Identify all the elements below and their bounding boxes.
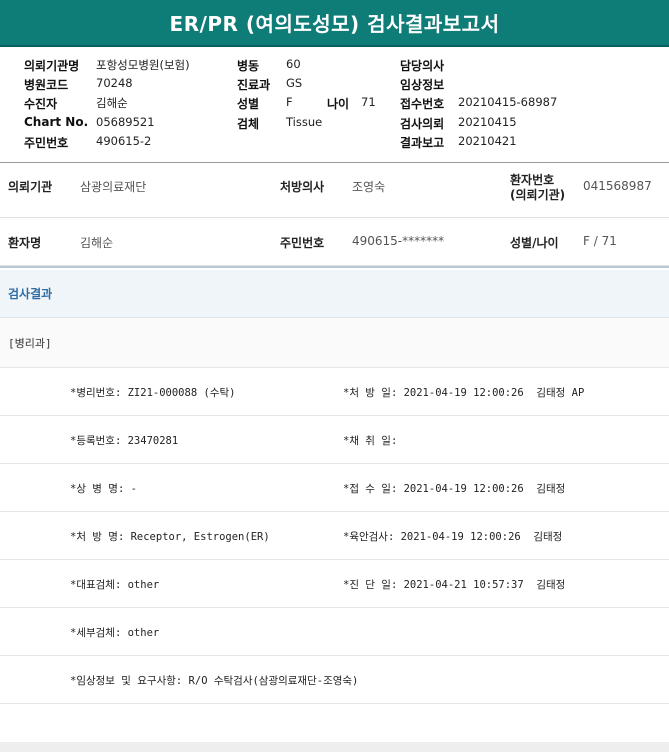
result-row: *상 병 명: - *접 수 일: 2021-04-19 12:00:26 김태… xyxy=(0,464,669,512)
patient-row-2: 환자명 김해순 주민번호 490615-******* 성별/나이 F / 71 xyxy=(0,218,669,266)
hospcode-label: 병원코드 xyxy=(24,78,69,92)
institution-label: 의뢰기관명 xyxy=(24,59,80,73)
result-right-field: *육안검사: 2021-04-19 12:00:26 김태정 xyxy=(343,531,563,543)
patient-row-1: 의뢰기관 삼광의료재단 처방의사 조영숙 환자번호 (의뢰기관) 0415689… xyxy=(0,170,669,218)
dept-value: GS xyxy=(286,76,303,90)
specimen-label: 검체 xyxy=(237,117,260,131)
patient-rrn-label: 주민번호 xyxy=(280,236,325,250)
clinical-info-label: 임상정보 xyxy=(400,78,445,92)
examinee-label: 수진자 xyxy=(24,97,58,111)
result-row: *병리번호: ZI21-000088 (수탁) *처 방 일: 2021-04-… xyxy=(0,368,669,416)
patient-name-value: 김해순 xyxy=(80,236,114,250)
referring-institution-label: 의뢰기관 xyxy=(8,180,53,194)
chart-no-value: 05689521 xyxy=(96,115,155,129)
results-section-title: 검사결과 xyxy=(0,270,669,318)
receipt-no-value: 20210415-68987 xyxy=(458,95,558,109)
result-row: *대표검체: other *진 단 일: 2021-04-21 10:57:37… xyxy=(0,560,669,608)
result-left-field: *세부검체: other xyxy=(70,627,160,639)
result-right-field: *접 수 일: 2021-04-19 12:00:26 김태정 xyxy=(343,483,566,495)
sex-label: 성별 xyxy=(237,97,260,111)
result-left-field: *상 병 명: - xyxy=(70,483,137,495)
result-left-field: *처 방 명: Receptor, Estrogen(ER) xyxy=(70,531,270,543)
rrn-value: 490615-2 xyxy=(96,134,152,148)
result-left-field: *대표검체: other xyxy=(70,579,160,591)
examinee-value: 김해순 xyxy=(96,96,128,110)
result-right-field: *채 취 일: xyxy=(343,435,398,447)
sex-age-label: 성별/나이 xyxy=(510,236,559,250)
sex-age-value: F / 71 xyxy=(583,234,617,248)
referring-institution-value: 삼광의료재단 xyxy=(80,180,147,194)
result-report-label: 결과보고 xyxy=(400,136,445,150)
result-row: *세부검체: other xyxy=(0,608,669,656)
result-row: *등록번호: 23470281 *채 취 일: xyxy=(0,416,669,464)
sex-value: F xyxy=(286,95,293,109)
report-header: ER/PR (여의도성모) 검사결과보고서 의뢰기관명 포항성모병원(보험) 병… xyxy=(0,0,669,163)
result-row: *처 방 명: Receptor, Estrogen(ER) *육안검사: 20… xyxy=(0,512,669,560)
bottom-bar xyxy=(0,742,669,752)
patient-number-sublabel: (의뢰기관) xyxy=(510,188,566,202)
patient-name-label: 환자명 xyxy=(8,236,42,250)
result-left-field: *등록번호: 23470281 xyxy=(70,435,179,447)
result-report-value: 20210421 xyxy=(458,134,517,148)
result-left-field: *병리번호: ZI21-000088 (수탁) xyxy=(70,387,236,399)
ward-value: 60 xyxy=(286,57,301,71)
chart-no-label: Chart No. xyxy=(24,115,89,129)
request-date-value: 20210415 xyxy=(458,115,517,129)
age-value: 71 xyxy=(361,95,376,109)
specimen-value: Tissue xyxy=(286,115,323,129)
result-row: *임상정보 및 요구사항: R/O 수탁검사(삼광의료재단-조영숙) xyxy=(0,656,669,704)
result-left-field: *임상정보 및 요구사항: R/O 수탁검사(삼광의료재단-조영숙) xyxy=(70,675,359,687)
patient-info: 의뢰기관 삼광의료재단 처방의사 조영숙 환자번호 (의뢰기관) 0415689… xyxy=(0,170,669,268)
hospcode-value: 70248 xyxy=(96,76,133,90)
rrn-label: 주민번호 xyxy=(24,136,69,150)
prescriber-value: 조영숙 xyxy=(352,180,386,194)
dept-label: 진료과 xyxy=(237,78,271,92)
department-label: [병리과] xyxy=(0,318,669,368)
patient-number-value: 041568987 xyxy=(583,179,652,193)
prescriber-label: 처방의사 xyxy=(280,180,325,194)
institution-value: 포항성모병원(보험) xyxy=(96,58,190,72)
report-info-grid: 의뢰기관명 포항성모병원(보험) 병원코드 70248 수진자 김해순 Char… xyxy=(0,53,669,158)
result-right-field: *처 방 일: 2021-04-19 12:00:26 김태정 AP xyxy=(343,387,585,399)
patient-rrn-value: 490615-******* xyxy=(352,234,445,248)
receipt-no-label: 접수번호 xyxy=(400,97,445,111)
doctor-label: 담당의사 xyxy=(400,59,445,73)
ward-label: 병동 xyxy=(237,59,260,73)
age-label: 나이 xyxy=(327,97,350,111)
report-title: ER/PR (여의도성모) 검사결과보고서 xyxy=(0,0,669,47)
result-right-field: *진 단 일: 2021-04-21 10:57:37 김태정 xyxy=(343,579,566,591)
request-date-label: 검사의뢰 xyxy=(400,117,445,131)
